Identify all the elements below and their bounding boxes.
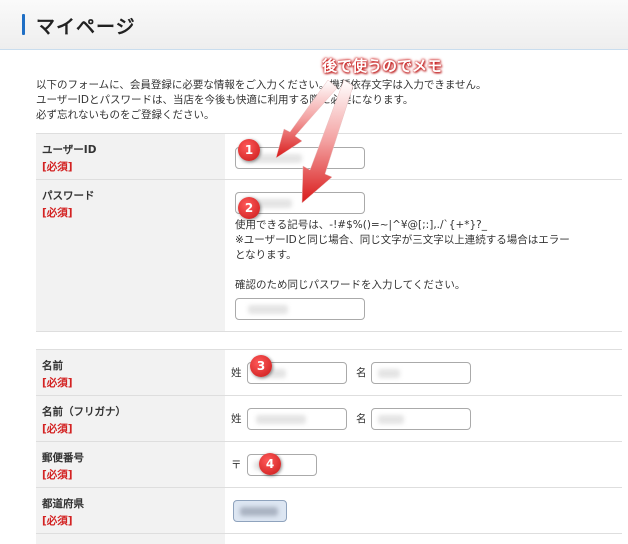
row-kana: 名前（フリガナ） [必須] 姓 名 — [36, 395, 622, 441]
row-password: パスワード [必須] 使用できる記号は、-!#$%()=~|^¥@[;:],./… — [36, 179, 622, 331]
label-cell: 郵便番号 [必須] — [36, 442, 225, 487]
prefecture-select[interactable] — [233, 500, 287, 522]
value-cell: 〒 — [225, 442, 622, 487]
value-cell: 姓 名 — [225, 396, 622, 441]
step-badge-4: 4 — [259, 453, 281, 475]
name-label: 名前 — [42, 360, 63, 372]
password-confirm-input[interactable] — [235, 298, 365, 320]
value-cell: 姓 名 — [225, 350, 622, 395]
label-cell: パスワード [必須] — [36, 180, 225, 331]
header-accent-bar — [22, 14, 25, 35]
page-title: マイページ — [36, 16, 136, 38]
value-cell — [225, 134, 622, 179]
row-next-cut-off — [36, 533, 622, 544]
value-cell — [225, 488, 622, 533]
registration-form: ユーザーID [必須] パスワード [必須] 使用できる記号は、-!#$%()=… — [36, 133, 622, 544]
password-hint-rule-cont: となります。 — [235, 249, 297, 261]
password-confirm-label: 確認のため同じパスワードを入力してください。 — [235, 279, 466, 291]
value-cell: 使用できる記号は、-!#$%()=~|^¥@[;:],./`{+*}?_ ※ユー… — [225, 180, 622, 331]
required-badge: [必須] — [42, 423, 73, 435]
postal-code-input[interactable] — [247, 454, 317, 476]
first-name-input[interactable] — [371, 362, 471, 384]
page-header: マイページ — [0, 0, 628, 50]
intro-line: 以下のフォームに、会員登録に必要な情報をご入力ください。機種依存文字は入力できま… — [36, 79, 487, 91]
section-gap — [36, 331, 622, 349]
required-badge: [必須] — [42, 377, 73, 389]
label-cell — [36, 534, 225, 544]
sei-label: 姓 — [231, 367, 242, 379]
intro-line: 必ず忘れないものをご登録ください。 — [36, 109, 215, 121]
required-badge: [必須] — [42, 469, 73, 481]
postal-label: 郵便番号 — [42, 452, 84, 464]
intro-line: ユーザーIDとパスワードは、当店を今後も快適に利用する際に必要になります。 — [36, 94, 414, 106]
row-postal: 郵便番号 [必須] 〒 — [36, 441, 622, 487]
mei-label: 名 — [356, 413, 367, 425]
password-label: パスワード — [42, 190, 95, 202]
required-badge: [必須] — [42, 161, 73, 173]
step-badge-2: 2 — [238, 197, 260, 219]
label-cell: 名前 [必須] — [36, 350, 225, 395]
annotation-label: 後で使うのでメモ — [322, 57, 443, 75]
label-cell: 名前（フリガナ） [必須] — [36, 396, 225, 441]
required-badge: [必須] — [42, 207, 73, 219]
intro-text: 以下のフォームに、会員登録に必要な情報をご入力ください。機種依存文字は入力できま… — [36, 78, 487, 123]
sei-label: 姓 — [231, 413, 242, 425]
row-user-id: ユーザーID [必須] — [36, 133, 622, 179]
label-cell: 都道府県 [必須] — [36, 488, 225, 533]
required-badge: [必須] — [42, 515, 73, 527]
password-hint-symbols: 使用できる記号は、-!#$%()=~|^¥@[;:],./`{+*}?_ — [235, 219, 488, 231]
prefecture-label: 都道府県 — [42, 498, 84, 510]
mei-label: 名 — [356, 367, 367, 379]
label-cell: ユーザーID [必須] — [36, 134, 225, 179]
kana-label: 名前（フリガナ） — [42, 406, 126, 418]
user-id-label: ユーザーID — [42, 144, 97, 156]
step-badge-1: 1 — [238, 139, 260, 161]
password-hint-rule: ※ユーザーIDと同じ場合、同じ文字が三文字以上連続する場合はエラー — [235, 234, 570, 246]
row-prefecture: 都道府県 [必須] — [36, 487, 622, 533]
row-name: 名前 [必須] 姓 名 — [36, 349, 622, 395]
last-name-kana-input[interactable] — [247, 408, 347, 430]
step-badge-3: 3 — [250, 355, 272, 377]
postal-mark: 〒 — [231, 459, 242, 471]
first-name-kana-input[interactable] — [371, 408, 471, 430]
